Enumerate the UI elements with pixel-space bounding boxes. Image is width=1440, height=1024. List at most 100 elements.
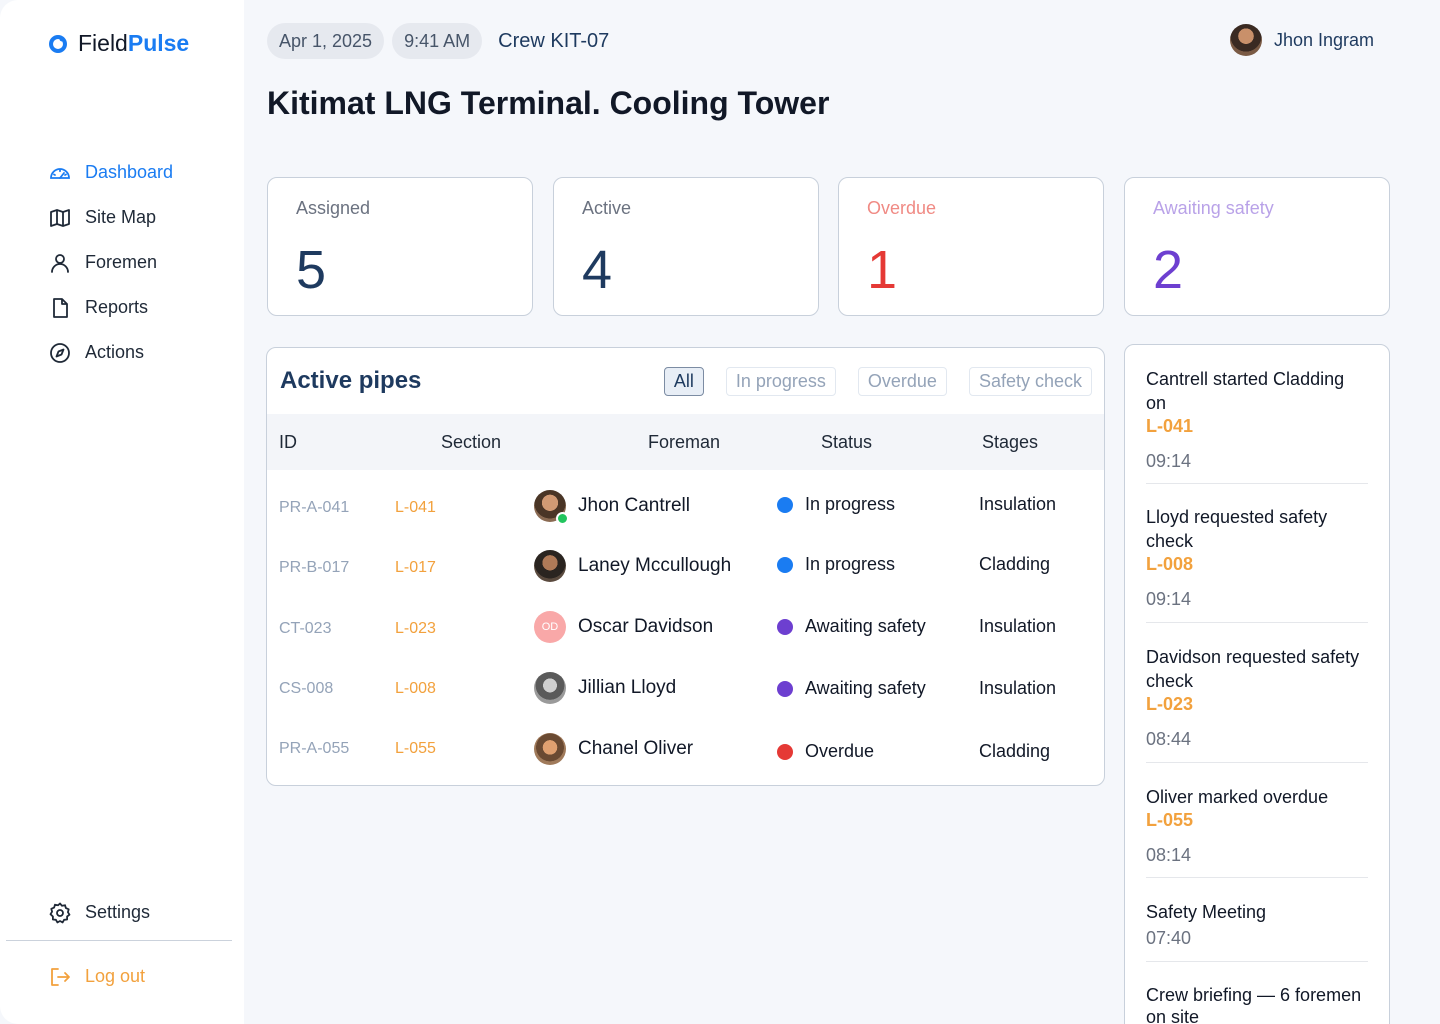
activity-feed: Cantrell started Cladding on L-041 09:14…: [1124, 344, 1390, 1024]
feed-text: Davidson requested safety check: [1146, 647, 1360, 691]
page-title: Kitimat LNG Terminal. Cooling Tower: [267, 85, 830, 121]
stage-cell: Cladding: [979, 554, 1051, 574]
column-header-stages[interactable]: Stages: [982, 432, 1038, 453]
stat-label: Awaiting safety: [1153, 198, 1274, 218]
feed-item[interactable]: Lloyd requested safety check L-008 09:14: [1146, 505, 1368, 623]
pipe-section[interactable]: L-017: [395, 559, 436, 577]
foreman-cell: OD Oscar Davidson: [534, 611, 713, 643]
app-window: FieldPulse Dashboard Site Map Foremen Re…: [0, 0, 1440, 1024]
stat-value: 1: [867, 240, 898, 300]
feed-code[interactable]: L-041: [1146, 415, 1368, 437]
status-cell: Awaiting safety: [777, 678, 926, 699]
feed-text: Cantrell started Cladding on: [1146, 369, 1345, 413]
brand-logo[interactable]: FieldPulse: [48, 30, 189, 57]
gear-icon: [49, 902, 71, 923]
foreman-name: Laney Mccullough: [578, 555, 732, 576]
stat-value: 4: [582, 240, 613, 300]
feed-code[interactable]: L-023: [1146, 693, 1368, 715]
logout-label: Log out: [85, 966, 146, 986]
filter-chips: All In progress Overdue Safety check: [663, 367, 1092, 396]
stage-cell: Insulation: [979, 494, 1057, 514]
pipe-section[interactable]: L-008: [395, 680, 436, 698]
avatar: [534, 490, 569, 525]
status-cell: Overdue: [777, 741, 874, 762]
sidebar-item-settings[interactable]: Settings: [48, 890, 150, 935]
column-header-status[interactable]: Status: [821, 432, 872, 453]
status-dot: [777, 680, 793, 697]
column-header-id[interactable]: ID: [279, 432, 297, 453]
stage-cell: Insulation: [979, 616, 1057, 636]
sidebar-item-label: Site Map: [85, 207, 157, 227]
feed-item[interactable]: Crew briefing — 6 foremen on site: [1146, 984, 1368, 1024]
pipe-id: CS-008: [279, 680, 334, 697]
settings-label: Settings: [85, 902, 151, 922]
feed-item[interactable]: Davidson requested safety check L-023 08…: [1146, 645, 1368, 763]
stat-card-overdue[interactable]: Overdue 1: [838, 177, 1104, 316]
avatar: [534, 672, 566, 704]
table-header: ID Section Foreman Status Stages: [267, 414, 1104, 470]
panel-title: Active pipes: [280, 367, 422, 394]
sidebar-item-foremen[interactable]: Foremen: [48, 240, 173, 285]
table-row[interactable]: PR-A-041 L-041 Jhon Cantrell In progress…: [267, 476, 1104, 536]
stat-value: 2: [1153, 240, 1184, 300]
logo-icon: [49, 34, 67, 53]
stage-cell: Cladding: [979, 741, 1051, 761]
status-label: Awaiting safety: [805, 616, 926, 636]
pipe-id: CT-023: [279, 620, 332, 637]
status-cell: In progress: [777, 554, 895, 575]
filter-safety-check[interactable]: Safety check: [968, 367, 1092, 396]
avatar-initials: OD: [534, 611, 566, 643]
stat-card-awaiting-safety[interactable]: Awaiting safety 2: [1124, 177, 1390, 316]
feed-time: 09:14: [1146, 451, 1192, 471]
feed-item[interactable]: Safety Meeting 07:40: [1146, 900, 1368, 962]
pipe-section[interactable]: L-055: [395, 740, 436, 758]
stage-cell: Insulation: [979, 678, 1057, 698]
stat-value: 5: [296, 240, 327, 300]
foreman-name: Jillian Lloyd: [578, 677, 677, 698]
foreman-cell: Laney Mccullough: [534, 550, 731, 582]
column-header-foreman[interactable]: Foreman: [648, 432, 720, 453]
status-dot: [777, 618, 793, 635]
table-row[interactable]: PR-B-017 L-017 Laney Mccullough In progr…: [267, 537, 1104, 597]
feed-text: Oliver marked overdue: [1146, 787, 1329, 807]
stat-label: Overdue: [867, 198, 937, 218]
pipe-section[interactable]: L-041: [395, 499, 436, 517]
foreman-name: Chanel Oliver: [578, 738, 694, 759]
stat-label: Active: [582, 198, 632, 218]
table-row[interactable]: PR-A-055 L-055 Chanel Oliver Overdue Cla…: [267, 718, 1104, 778]
feed-item[interactable]: Oliver marked overdue L-055 08:14: [1146, 785, 1368, 878]
user-menu[interactable]: Jhon Ingram: [1229, 24, 1374, 56]
time-pill: 9:41 AM: [392, 23, 483, 59]
date-pill: Apr 1, 2025: [267, 23, 385, 59]
feed-text: Crew briefing — 6 foremen on site: [1146, 985, 1362, 1024]
column-header-section[interactable]: Section: [441, 432, 501, 453]
crew-label: Crew KIT-07: [498, 29, 610, 52]
user-icon: [51, 253, 69, 273]
table-row[interactable]: CT-023 L-023 OD Oscar Davidson Awaiting …: [267, 598, 1104, 658]
map-icon: [50, 208, 70, 227]
sidebar-item-reports[interactable]: Reports: [48, 285, 173, 330]
avatar: [1229, 24, 1262, 56]
logout-button[interactable]: Log out: [48, 954, 145, 999]
feed-code[interactable]: L-055: [1146, 809, 1368, 831]
status-label: In progress: [805, 554, 896, 574]
feed-text: Safety Meeting: [1146, 902, 1267, 922]
feed-code[interactable]: L-008: [1146, 553, 1368, 575]
stat-card-active[interactable]: Active 4: [553, 177, 819, 316]
pipe-section[interactable]: L-023: [395, 620, 436, 638]
active-pipes-panel: Active pipes All In progress Overdue Saf…: [266, 347, 1105, 786]
filter-in-progress[interactable]: In progress: [725, 367, 836, 396]
sidebar-item-dashboard[interactable]: Dashboard: [48, 150, 173, 195]
feed-item[interactable]: Cantrell started Cladding on L-041 09:14: [1146, 367, 1368, 484]
user-name: Jhon Ingram: [1273, 29, 1374, 50]
filter-all[interactable]: All: [663, 367, 704, 396]
table-row[interactable]: CS-008 L-008 Jillian Lloyd Awaiting safe…: [267, 658, 1104, 718]
stat-card-assigned[interactable]: Assigned 5: [267, 177, 533, 316]
avatar: [534, 733, 566, 765]
avatar: [534, 550, 566, 582]
sidebar-item-actions[interactable]: Actions: [48, 330, 173, 375]
sidebar-item-site-map[interactable]: Site Map: [48, 195, 173, 240]
filter-overdue[interactable]: Overdue: [857, 367, 947, 396]
pipe-id: PR-A-055: [279, 740, 350, 757]
foreman-name: Jhon Cantrell: [578, 495, 690, 516]
